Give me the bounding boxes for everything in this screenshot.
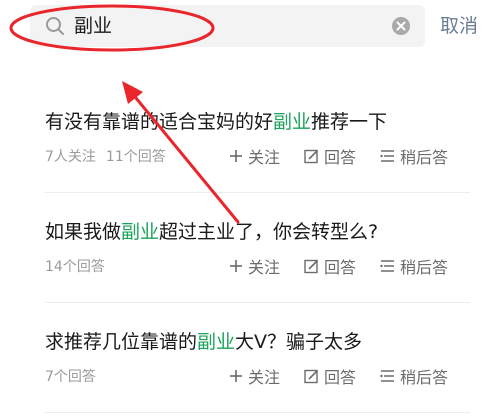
follower-count: 7人关注 (45, 149, 96, 165)
keyword-highlight: 副业 (197, 331, 236, 353)
follow-label: 关注 (248, 368, 281, 387)
clear-icon[interactable] (391, 16, 411, 36)
divider (45, 192, 470, 193)
title-text: 求推荐几位靠谱的 (45, 331, 198, 353)
meta-row: 7人关注 11个回答 关注 回答 稍后答 (45, 144, 485, 168)
list-icon (380, 150, 395, 162)
action-row: 关注 回答 稍后答 (229, 144, 448, 168)
answer-button[interactable]: 回答 (304, 144, 356, 168)
search-results-page: 取消 有没有靠谱的适合宝妈的好副业推荐一下 7人关注11个回答 关注 (0, 0, 500, 416)
title-text: 有没有靠谱的适合宝妈的好 (45, 111, 274, 133)
answer-count: 14个回答 (45, 259, 105, 275)
answer-count: 7个回答 (45, 369, 96, 385)
answer-later-button[interactable]: 稍后答 (380, 364, 448, 388)
list-item[interactable]: 如果我做副业超过主业了，你会转型么? 14个回答 关注 回答 稍后答 (45, 218, 485, 278)
search-input[interactable] (74, 5, 374, 47)
answer-label: 回答 (324, 258, 357, 277)
edit-icon (304, 149, 319, 163)
search-icon (46, 17, 64, 35)
meta-stats: 7个回答 (45, 366, 96, 386)
answer-button[interactable]: 回答 (304, 364, 356, 388)
keyword-highlight: 副业 (273, 111, 312, 133)
list-item[interactable]: 有没有靠谱的适合宝妈的好副业推荐一下 7人关注 11个回答 关注 回答 稍后答 (45, 108, 485, 168)
title-text: 推荐一下 (311, 111, 388, 133)
edit-icon (304, 369, 319, 383)
action-row: 关注 回答 稍后答 (229, 254, 448, 278)
divider (45, 412, 470, 413)
result-title[interactable]: 求推荐几位靠谱的副业大V？骗子太多 (45, 328, 485, 356)
list-icon (380, 370, 395, 382)
follow-label: 关注 (248, 148, 281, 167)
follow-label: 关注 (248, 258, 281, 277)
title-text: 大V？骗子太多 (235, 331, 363, 353)
answer-later-button[interactable]: 稍后答 (380, 144, 448, 168)
answer-later-label: 稍后答 (400, 148, 449, 167)
plus-icon (230, 260, 242, 272)
answer-later-label: 稍后答 (400, 258, 449, 277)
answer-button[interactable]: 回答 (304, 254, 356, 278)
meta-row: 14个回答 关注 回答 稍后答 (45, 254, 485, 278)
title-text: 超过主业了，你会转型么? (159, 221, 379, 243)
meta-stats: 14个回答 (45, 256, 105, 276)
result-title[interactable]: 如果我做副业超过主业了，你会转型么? (45, 218, 485, 246)
edit-icon (304, 259, 319, 273)
list-item[interactable]: 求推荐几位靠谱的副业大V？骗子太多 7个回答 关注 回答 稍后答 (45, 328, 485, 388)
cancel-button[interactable]: 取消 (440, 12, 478, 40)
follow-button[interactable]: 关注 (229, 364, 280, 388)
list-icon (380, 260, 395, 272)
keyword-highlight: 副业 (121, 221, 160, 243)
divider (45, 302, 470, 303)
plus-icon (230, 150, 242, 162)
plus-icon (230, 370, 242, 382)
follow-button[interactable]: 关注 (229, 254, 280, 278)
action-row: 关注 回答 稍后答 (229, 364, 448, 388)
search-bar[interactable] (30, 5, 425, 47)
result-title[interactable]: 有没有靠谱的适合宝妈的好副业推荐一下 (45, 108, 485, 136)
meta-row: 7个回答 关注 回答 稍后答 (45, 364, 485, 388)
answer-count: 11个回答 (105, 149, 166, 165)
answer-label: 回答 (324, 148, 357, 167)
meta-stats: 7人关注 11个回答 (45, 146, 166, 166)
follow-button[interactable]: 关注 (229, 144, 280, 168)
answer-later-button[interactable]: 稍后答 (380, 254, 448, 278)
title-text: 如果我做 (45, 221, 122, 243)
answer-later-label: 稍后答 (400, 368, 449, 387)
answer-label: 回答 (324, 368, 357, 387)
